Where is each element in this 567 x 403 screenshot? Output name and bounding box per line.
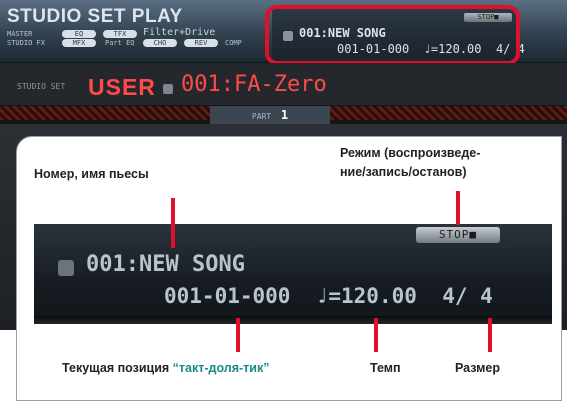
highlight-frame bbox=[265, 5, 520, 65]
pointer-tempo bbox=[374, 318, 378, 352]
label-position: Текущая позиция “такт-доля-тик” bbox=[62, 361, 270, 375]
screen-title: STUDIO SET PLAY bbox=[7, 6, 183, 27]
song-signature-zoomed: 4/ 4 bbox=[442, 284, 493, 308]
stop-indicator-zoomed: STOP■ bbox=[416, 227, 500, 243]
eq-pill[interactable]: EQ bbox=[62, 30, 96, 38]
pointer-mode bbox=[456, 191, 460, 225]
cho-pill[interactable]: CHO bbox=[143, 39, 177, 47]
song-name-zoomed: 001:NEW SONG bbox=[86, 252, 245, 277]
part-tab[interactable]: PART 1 bbox=[210, 106, 330, 124]
rev-pill[interactable]: REV bbox=[184, 39, 218, 47]
part-label: PART bbox=[251, 112, 272, 121]
tfx-pill[interactable]: TFX bbox=[103, 30, 137, 38]
studio-fx-label: STUDIO FX bbox=[7, 39, 45, 47]
song-tempo-zoomed: ♩=120.00 bbox=[315, 284, 417, 308]
mfx-pill[interactable]: MFX bbox=[62, 39, 96, 47]
studio-set-bank: USER bbox=[88, 74, 156, 100]
label-signature: Размер bbox=[455, 361, 501, 375]
pointer-song-number bbox=[171, 198, 175, 248]
master-label: MASTER bbox=[7, 30, 33, 38]
filter-text: Filter+Drive bbox=[143, 27, 216, 38]
studio-set-square-icon bbox=[163, 84, 173, 94]
song-panel-bottom-edge bbox=[34, 316, 552, 324]
pointer-position bbox=[236, 318, 240, 352]
label-position-term: “такт-доля-тик” bbox=[172, 361, 270, 375]
label-mode-line1: Режим (воспроизведе- bbox=[340, 146, 481, 160]
studio-set-label: STUDIO SET bbox=[17, 82, 66, 91]
pointer-signature bbox=[488, 318, 492, 352]
song-readout-zoomed: 001-01-000 ♩=120.00 4/ 4 bbox=[164, 284, 493, 308]
studio-set-name[interactable]: 001:FA-Zero bbox=[181, 72, 327, 97]
comp-label: COMP bbox=[225, 39, 242, 47]
label-song-number: Номер, имя пьесы bbox=[34, 167, 149, 181]
label-position-prefix: Текущая позиция bbox=[62, 361, 173, 375]
song-status-square-zoomed bbox=[58, 260, 74, 276]
song-position-zoomed: 001-01-000 bbox=[164, 284, 291, 308]
part-eq-label: Part EQ bbox=[105, 39, 135, 47]
label-tempo: Темп bbox=[370, 361, 401, 375]
part-number: 1 bbox=[280, 108, 289, 122]
label-mode-line2: ние/запись/останов) bbox=[340, 165, 467, 179]
